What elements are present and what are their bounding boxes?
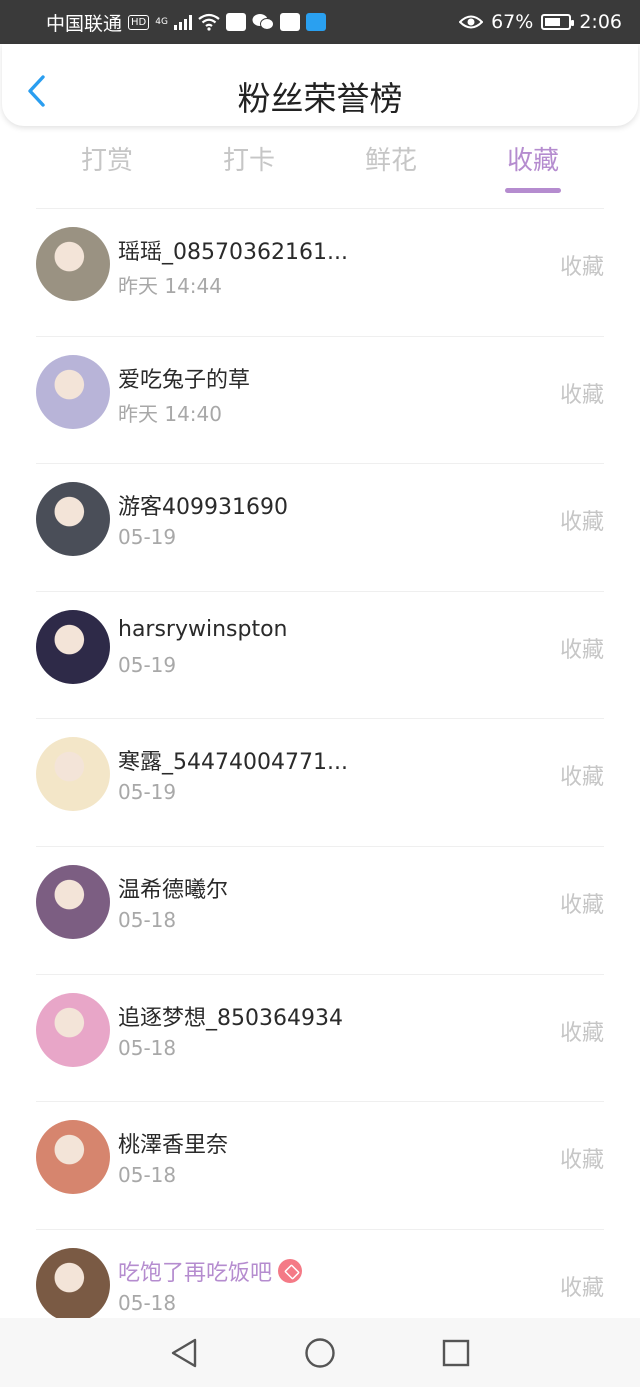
timestamp: 05-18	[118, 1163, 177, 1188]
avatar[interactable]	[36, 1247, 110, 1322]
triangle-back-icon	[171, 1338, 197, 1367]
user-name: 吃饱了再吃饭吧	[118, 1255, 303, 1287]
action-label: 收藏	[559, 255, 604, 280]
user-name-text: 寒露_54474004771...	[118, 750, 348, 776]
divider	[36, 1101, 604, 1103]
search-app-icon	[305, 13, 326, 31]
user-name: 游客409931690	[118, 489, 288, 521]
timestamp: 05-18	[118, 907, 177, 932]
avatar[interactable]	[36, 864, 110, 939]
fan-list: 瑶瑶_08570362161... 昨天 14:44 收藏 爱吃兔子的草 昨天 14:4…	[0, 208, 640, 1356]
timestamp: 05-18	[118, 1290, 177, 1315]
nav-recents-button[interactable]	[436, 1333, 476, 1373]
page-title: 粉丝荣誉榜	[237, 79, 403, 118]
action-label: 收藏	[559, 1020, 604, 1046]
user-name: 桃澤香里奈	[118, 1127, 228, 1159]
tab-3[interactable]: 收藏	[462, 140, 604, 200]
action-label: 收藏	[559, 510, 604, 536]
user-name-text: 温希德曦尔	[118, 877, 229, 903]
timestamp: 05-18	[118, 1035, 177, 1060]
system-nav-bar	[0, 1318, 640, 1387]
timestamp: 05-19	[118, 652, 177, 677]
avatar[interactable]	[36, 992, 110, 1067]
list-item[interactable]: 寒露_54474004771... 05-19 收藏	[0, 718, 640, 846]
app-notification-icon	[279, 13, 300, 31]
avatar[interactable]	[36, 482, 110, 557]
hd-badge: HD	[128, 14, 150, 30]
clock: 2:06	[579, 11, 622, 33]
signal-icon	[173, 14, 192, 30]
tab-1[interactable]: 打卡	[178, 140, 320, 200]
avatar[interactable]	[36, 609, 110, 684]
tab-label: 打卡	[222, 146, 275, 176]
list-item[interactable]: harsrywinspton 05-19 收藏	[0, 590, 640, 719]
nav-home-button[interactable]	[300, 1333, 340, 1373]
tab-label: 鲜花	[364, 146, 417, 176]
user-name: 温希德曦尔	[118, 872, 228, 904]
diamond-badge-icon	[278, 1258, 303, 1283]
divider	[36, 590, 604, 592]
action-label: 收藏	[559, 382, 604, 408]
tab-label: 收藏	[506, 146, 559, 176]
user-name: 追逐梦想_850364934	[118, 1000, 343, 1032]
square-recents-icon	[442, 1339, 470, 1366]
divider	[36, 845, 604, 847]
circle-home-icon	[305, 1337, 335, 1368]
tab-2[interactable]: 鲜花	[320, 140, 462, 200]
app-notification-icon	[225, 13, 246, 31]
user-name-text: 吃饱了再吃饭吧	[118, 1260, 273, 1286]
action-label: 收藏	[559, 1148, 604, 1174]
user-name-text: 瑶瑶_08570362161...	[118, 240, 348, 265]
battery-percent: 67%	[491, 11, 534, 33]
list-item[interactable]: 桃澤香里奈 05-18 收藏	[0, 1101, 640, 1229]
divider	[36, 1228, 604, 1230]
wifi-icon	[198, 13, 220, 31]
divider	[36, 973, 604, 975]
action-label: 收藏	[559, 892, 604, 918]
divider	[36, 463, 604, 465]
timestamp: 昨天 14:44	[118, 274, 222, 298]
user-name-text: 追逐梦想_850364934	[118, 1005, 343, 1031]
action-label: 收藏	[559, 637, 604, 663]
timestamp: 05-19	[118, 525, 177, 550]
user-name-text: harsrywinspton	[118, 616, 288, 642]
user-name: harsrywinspton	[118, 617, 288, 642]
user-name-text: 桃澤香里奈	[118, 1133, 229, 1159]
divider	[36, 335, 604, 337]
status-bar: 中国联通 HD 4G 67% 2:06	[0, 0, 640, 44]
avatar[interactable]	[36, 737, 110, 812]
divider	[36, 718, 604, 720]
avatar[interactable]	[36, 354, 110, 429]
user-name: 寒露_54474004771...	[118, 744, 348, 776]
nav-back-button[interactable]	[164, 1333, 204, 1373]
list-item[interactable]: 温希德曦尔 05-18 收藏	[0, 845, 640, 974]
list-item[interactable]: 游客409931690 05-19 收藏	[0, 463, 640, 591]
list-item[interactable]: 爱吃兔子的草 昨天 14:40 收藏	[0, 335, 640, 464]
header: 粉丝荣誉榜	[2, 44, 638, 126]
wechat-icon	[252, 14, 274, 30]
user-name: 瑶瑶_08570362161...	[118, 234, 348, 266]
user-name-text: 爱吃兔子的草	[118, 367, 251, 393]
list-item[interactable]: 瑶瑶_08570362161... 昨天 14:44 收藏	[0, 208, 640, 336]
tab-bar: 打赏 打卡 鲜花 收藏	[36, 140, 604, 200]
avatar[interactable]	[36, 1120, 110, 1195]
timestamp: 05-19	[118, 780, 177, 805]
timestamp: 昨天 14:40	[118, 401, 222, 426]
divider	[36, 208, 604, 209]
network-type: 4G	[155, 17, 168, 27]
tab-0[interactable]: 打赏	[36, 140, 178, 200]
action-label: 收藏	[559, 765, 604, 791]
list-item[interactable]: 追逐梦想_850364934 05-18 收藏	[0, 973, 640, 1102]
user-name: 爱吃兔子的草	[118, 362, 250, 394]
eye-icon	[459, 15, 484, 29]
user-name-text: 游客409931690	[118, 495, 288, 521]
battery-icon	[541, 14, 575, 30]
action-label: 收藏	[559, 1275, 604, 1301]
tab-label: 打赏	[80, 146, 133, 176]
battery-fill	[545, 18, 561, 26]
active-tab-indicator	[505, 188, 561, 193]
avatar[interactable]	[36, 227, 110, 301]
carrier-name: 中国联通	[46, 12, 123, 35]
